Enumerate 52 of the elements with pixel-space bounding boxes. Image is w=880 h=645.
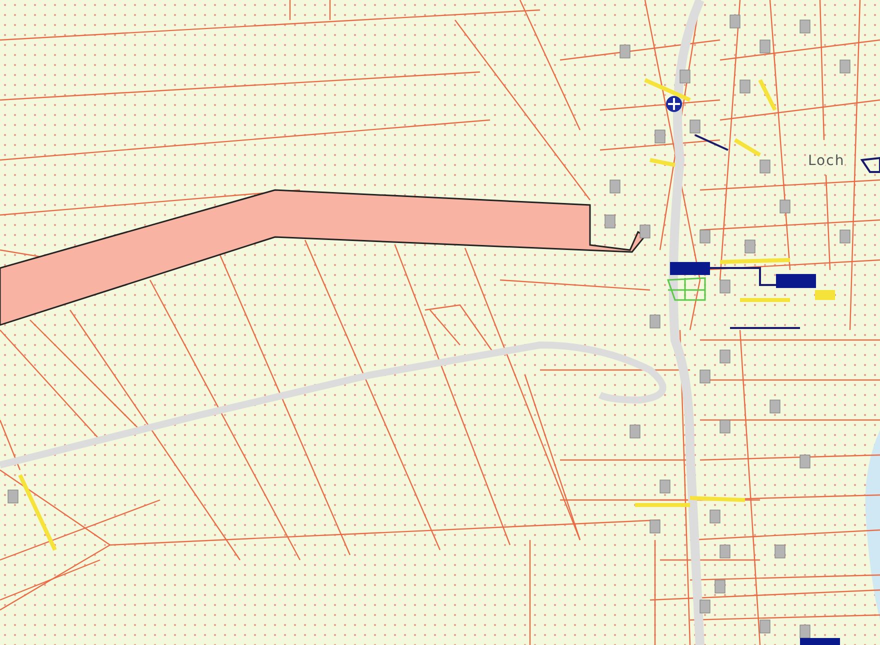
boundary-line xyxy=(730,327,800,329)
building xyxy=(800,624,810,638)
marker-block xyxy=(670,262,710,275)
building xyxy=(720,280,730,294)
place-label: Loch xyxy=(808,153,845,169)
building xyxy=(610,180,620,194)
building xyxy=(840,60,850,74)
building xyxy=(720,420,730,434)
boundary-line xyxy=(860,156,880,173)
building xyxy=(680,70,690,84)
building xyxy=(690,120,700,134)
grid-parcel-drawing xyxy=(667,277,706,301)
building xyxy=(660,480,670,494)
building xyxy=(710,510,720,524)
building xyxy=(620,44,630,58)
boundary-line xyxy=(710,267,776,286)
marker-block xyxy=(776,274,816,288)
building xyxy=(744,240,756,254)
building xyxy=(714,580,726,594)
highlight-line xyxy=(650,158,676,167)
building xyxy=(700,600,710,614)
building xyxy=(650,520,660,534)
highlight-line xyxy=(720,258,790,264)
building xyxy=(774,544,786,558)
building xyxy=(800,454,810,468)
building xyxy=(770,400,780,414)
boundary-line xyxy=(694,134,728,151)
building xyxy=(840,230,850,244)
building xyxy=(654,130,666,144)
building xyxy=(780,200,790,214)
building xyxy=(630,424,640,438)
building xyxy=(604,214,616,228)
building xyxy=(760,620,770,634)
building xyxy=(720,350,730,364)
building xyxy=(700,230,710,244)
building xyxy=(730,14,740,28)
highlight-line xyxy=(740,298,790,302)
church-icon xyxy=(666,96,682,112)
highlight-line xyxy=(644,78,691,102)
highlight-line xyxy=(734,138,762,157)
marker-block xyxy=(800,638,840,645)
building xyxy=(700,370,710,384)
building xyxy=(760,160,770,174)
building xyxy=(800,20,810,34)
building xyxy=(760,40,770,54)
building xyxy=(640,224,650,238)
building xyxy=(650,314,660,328)
highlight-block xyxy=(815,290,835,300)
building xyxy=(8,490,18,504)
highlight-line xyxy=(758,79,777,111)
building xyxy=(740,80,750,94)
building xyxy=(720,544,730,558)
